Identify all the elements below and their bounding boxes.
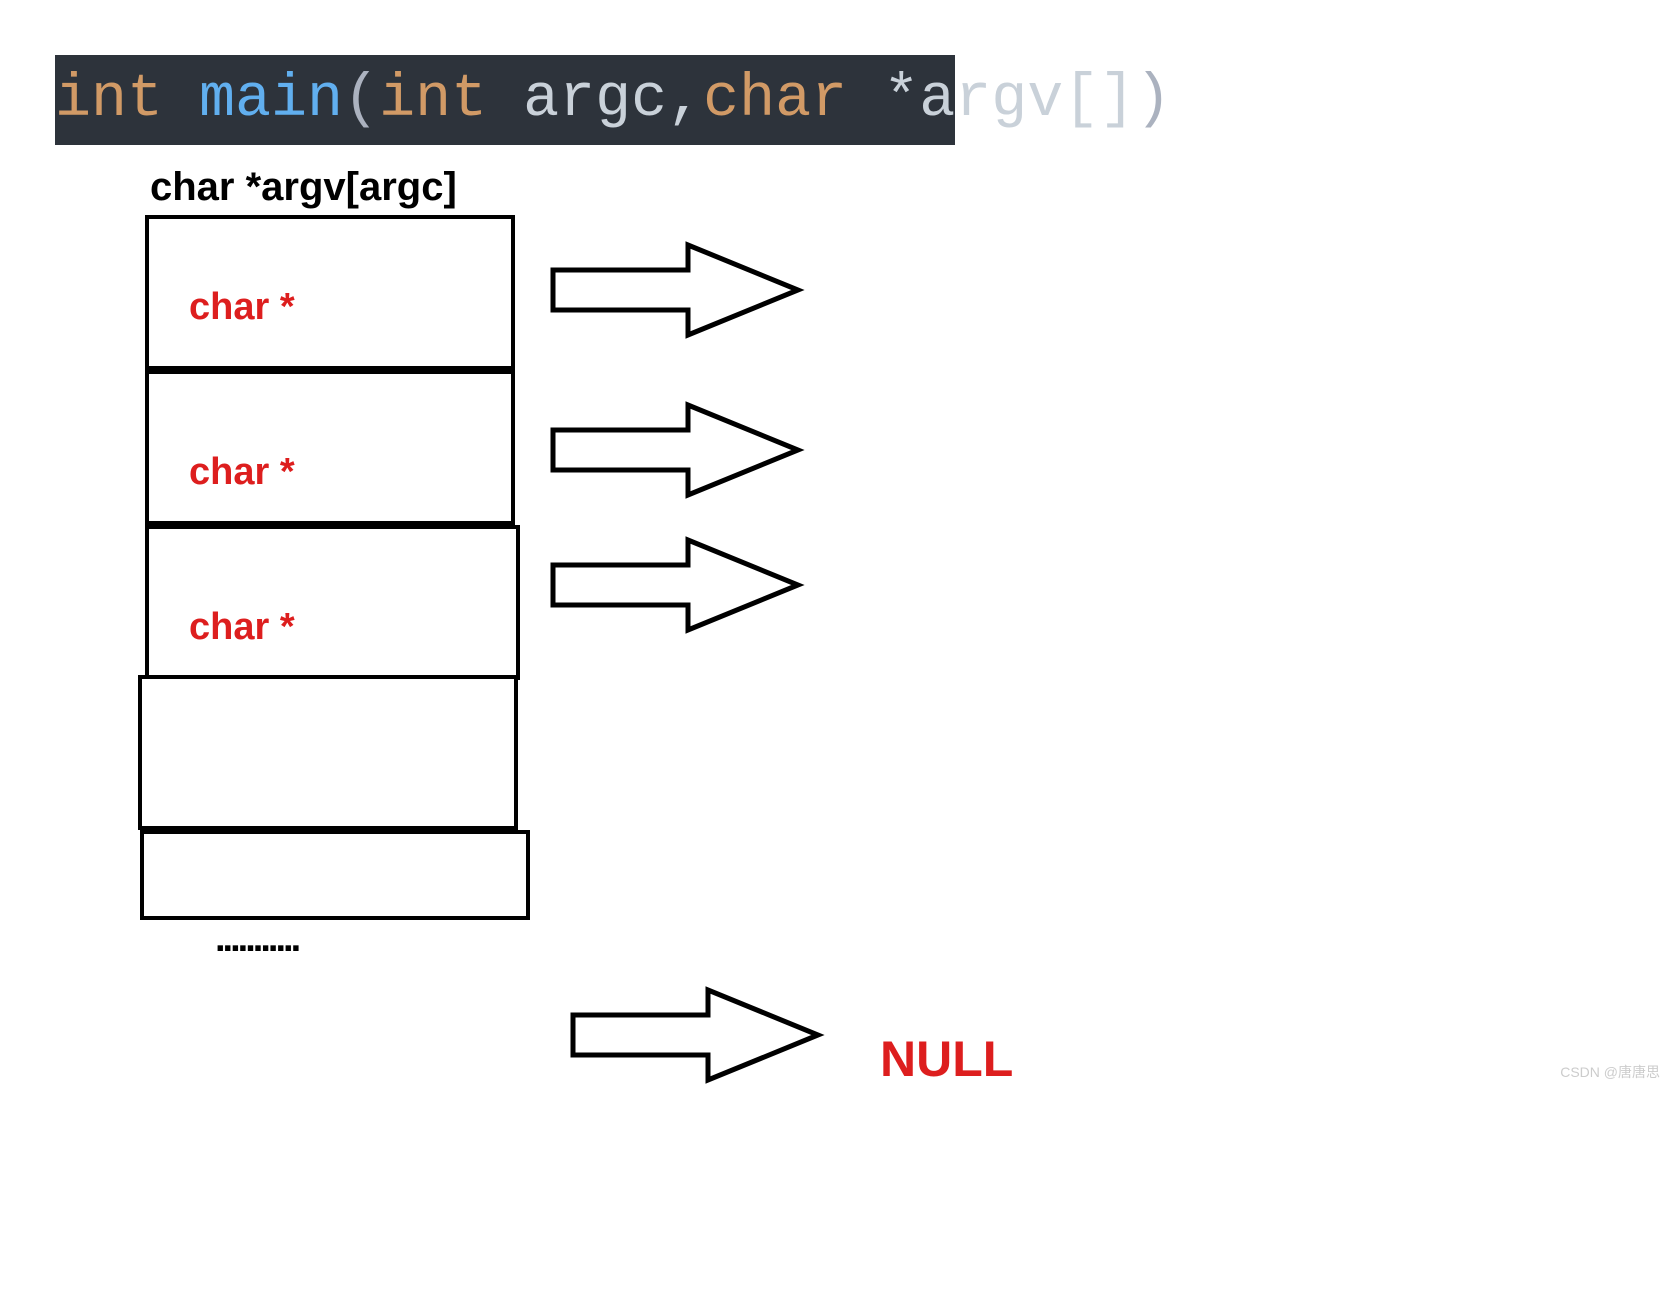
brackets: [] [1063, 66, 1135, 134]
param2-type: char [703, 66, 883, 134]
param2-name: argv [919, 66, 1063, 134]
array-cell-2: char * [145, 525, 520, 680]
watermark: CSDN @唐唐思 [1560, 1062, 1660, 1082]
array-cell-1: char * [145, 370, 515, 525]
code-signature: int main(int argc,char *argv[]) [55, 55, 955, 145]
arrow-icon [548, 395, 808, 505]
param1-name: argc [523, 66, 667, 134]
return-type: int [55, 66, 199, 134]
ellipsis-dots: ........... [215, 918, 298, 961]
param1-type: int [379, 66, 523, 134]
arrow-icon [548, 530, 808, 640]
comma: , [667, 66, 703, 134]
star: * [883, 66, 919, 134]
cell-content: char * [189, 606, 295, 649]
arrow-icon [568, 980, 828, 1090]
cell-content: char * [189, 451, 295, 494]
function-name: main [199, 66, 343, 134]
array-declaration-label: char *argv[argc] [150, 165, 457, 210]
null-label: NULL [880, 1030, 1013, 1088]
array-cell-3 [138, 675, 518, 830]
cell-content: char * [189, 286, 295, 329]
arrow-icon [548, 235, 808, 345]
array-cell-4 [140, 830, 530, 920]
array-cell-0: char * [145, 215, 515, 370]
close-paren: ) [1135, 66, 1171, 134]
open-paren: ( [343, 66, 379, 134]
